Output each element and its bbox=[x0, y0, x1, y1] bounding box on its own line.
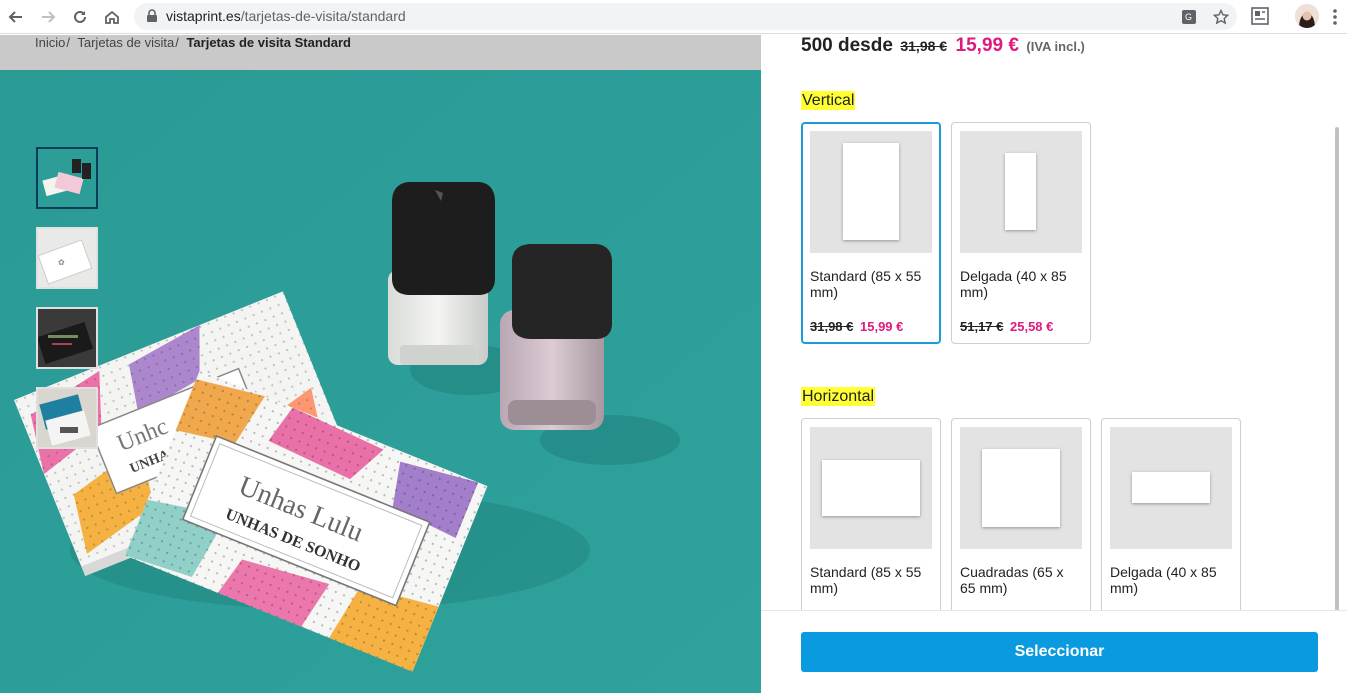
quantity-text: 500 desde bbox=[801, 35, 893, 56]
card-shape bbox=[822, 460, 920, 516]
option-vertical-delgada[interactable]: Delgada (40 x 85 mm) 51,17 € 25,58 € bbox=[951, 122, 1091, 344]
thumbnail-1[interactable] bbox=[36, 147, 98, 209]
arrow-right-icon bbox=[42, 11, 56, 23]
panel-scrollbar[interactable] bbox=[1335, 127, 1339, 653]
extension-icon[interactable] bbox=[1250, 6, 1270, 26]
thumbnail-3[interactable] bbox=[36, 307, 98, 369]
reload-button[interactable] bbox=[68, 5, 92, 29]
option-vertical-standard[interactable]: Standard (85 x 55 mm) 31,98 € 15,99 € bbox=[801, 122, 941, 344]
option-old-price: 31,98 € bbox=[810, 319, 854, 334]
svg-text:✿: ✿ bbox=[58, 258, 65, 267]
thumbnail-4[interactable] bbox=[36, 387, 98, 449]
select-button[interactable]: Seleccionar bbox=[801, 632, 1318, 672]
option-preview bbox=[810, 131, 932, 253]
lock-icon bbox=[147, 9, 157, 22]
bookmark-star-icon[interactable] bbox=[1212, 8, 1230, 26]
option-preview bbox=[810, 427, 932, 549]
translate-icon[interactable]: G bbox=[1180, 8, 1198, 26]
option-new-price: 25,58 € bbox=[1010, 319, 1054, 334]
option-preview bbox=[960, 427, 1082, 549]
url-text: vistaprint.es/tarjetas-de-visita/standar… bbox=[166, 8, 406, 24]
option-new-price: 15,99 € bbox=[860, 319, 904, 334]
old-price: 31,98 € bbox=[900, 38, 948, 54]
svg-text:G: G bbox=[1185, 12, 1192, 22]
browser-toolbar: vistaprint.es/tarjetas-de-visita/standar… bbox=[0, 0, 1347, 34]
reload-icon bbox=[74, 10, 86, 23]
option-preview bbox=[960, 131, 1082, 253]
card-shape bbox=[843, 143, 899, 240]
vat-note: (IVA incl.) bbox=[1026, 39, 1085, 54]
home-button[interactable] bbox=[100, 5, 124, 29]
breadcrumb-separator: / bbox=[66, 35, 70, 50]
panel-footer: Seleccionar bbox=[761, 610, 1347, 693]
arrow-left-icon bbox=[8, 11, 22, 23]
option-horizontal-cuadradas[interactable]: Cuadradas (65 x 65 mm) bbox=[951, 418, 1091, 640]
breadcrumb-current: Tarjetas de visita Standard bbox=[186, 35, 351, 50]
profile-avatar[interactable] bbox=[1295, 4, 1319, 28]
home-icon bbox=[105, 10, 119, 24]
card-shape bbox=[982, 449, 1060, 527]
product-gallery: Inicio/ Tarjetas de visita/ Tarjetas de … bbox=[0, 35, 761, 693]
option-label: Delgada (40 x 85 mm) bbox=[960, 268, 1067, 300]
address-bar[interactable]: vistaprint.es/tarjetas-de-visita/standar… bbox=[134, 3, 1237, 30]
new-price: 15,99 € bbox=[955, 35, 1019, 56]
pink-polish-bottle bbox=[500, 244, 612, 430]
section-title-horizontal: Horizontal bbox=[801, 387, 876, 406]
option-preview bbox=[1110, 427, 1232, 549]
breadcrumb-link-tarjetas[interactable]: Tarjetas de visita bbox=[77, 35, 174, 50]
price-summary: 500 desde 31,98 € 15,99 € (IVA incl.) bbox=[801, 35, 1085, 57]
breadcrumb-separator: / bbox=[175, 35, 179, 50]
card-shape bbox=[1132, 472, 1210, 503]
option-label: Cuadradas (65 x 65 mm) bbox=[960, 564, 1064, 596]
option-prices: 51,17 € 25,58 € bbox=[960, 319, 1053, 334]
option-label: Delgada (40 x 85 mm) bbox=[1110, 564, 1217, 596]
white-polish-bottle bbox=[388, 182, 495, 365]
option-prices: 31,98 € 15,99 € bbox=[810, 319, 903, 334]
option-horizontal-delgada[interactable]: Delgada (40 x 85 mm) bbox=[1101, 418, 1241, 640]
back-button[interactable] bbox=[4, 5, 28, 29]
forward-button[interactable] bbox=[36, 5, 60, 29]
product-photo: Unhc UNHAS Unhas Lulu UNHAS DE SONHO bbox=[0, 70, 761, 693]
option-label: Standard (85 x 55 mm) bbox=[810, 268, 922, 300]
section-title-vertical: Vertical bbox=[801, 91, 856, 110]
thumbnail-2[interactable]: ✿ bbox=[36, 227, 98, 289]
business-cards-nail-polish-photo: Unhc UNHAS Unhas Lulu UNHAS DE SONHO bbox=[0, 70, 761, 693]
breadcrumb-link-inicio[interactable]: Inicio bbox=[35, 35, 65, 50]
breadcrumb: Inicio/ Tarjetas de visita/ Tarjetas de … bbox=[35, 35, 351, 50]
option-horizontal-standard[interactable]: Standard (85 x 55 mm) bbox=[801, 418, 941, 640]
browser-menu-icon[interactable] bbox=[1330, 7, 1340, 27]
format-selection-panel: 500 desde 31,98 € 15,99 € (IVA incl.) Ve… bbox=[761, 35, 1347, 693]
option-label: Standard (85 x 55 mm) bbox=[810, 564, 922, 596]
option-old-price: 51,17 € bbox=[960, 319, 1004, 334]
card-shape bbox=[1005, 153, 1036, 230]
